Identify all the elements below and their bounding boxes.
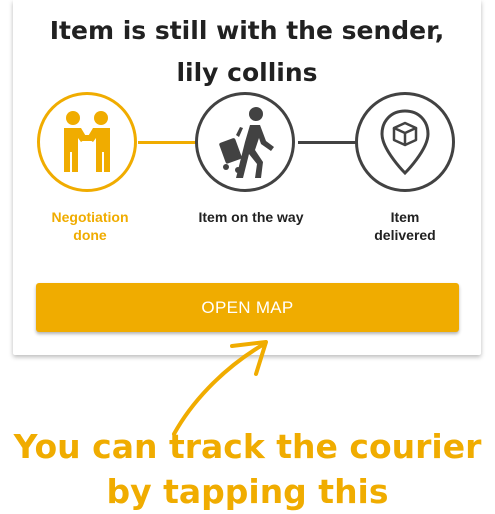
progress-connector-pending <box>298 141 358 144</box>
step-label-delivered: Item delivered <box>374 209 436 243</box>
progress-connector-done <box>138 141 198 144</box>
traveler-with-luggage-icon <box>219 107 274 178</box>
step-label-negotiation: Negotiation done <box>51 209 129 243</box>
step-negotiation <box>37 92 137 192</box>
open-map-button[interactable]: OPEN MAP <box>36 283 459 332</box>
status-title: Item is still with the sender, lily coll… <box>49 16 445 87</box>
location-pin-box-icon <box>380 109 430 176</box>
step-label-on-the-way: Item on the way <box>198 209 304 225</box>
tracking-hint-text: You can track the courier by tapping thi… <box>13 427 482 511</box>
step-delivered <box>355 92 455 192</box>
delivery-status-card: Item is still with the sender, lily coll… <box>13 0 481 355</box>
step-on-the-way <box>195 92 295 192</box>
handshake-icon <box>64 111 110 172</box>
